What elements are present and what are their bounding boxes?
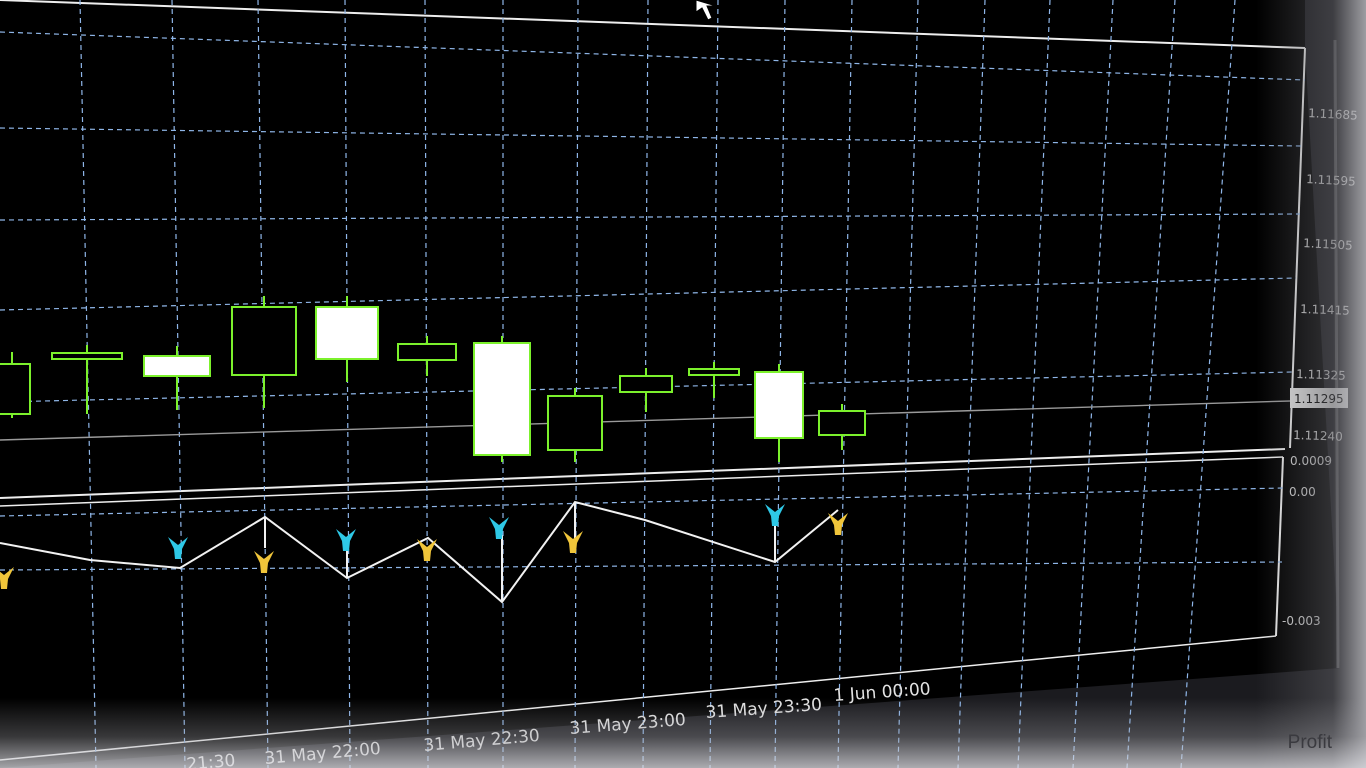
- candle-body: [619, 375, 673, 393]
- price-axis-label: 1.11415: [1300, 302, 1350, 318]
- candle-body: [51, 352, 123, 360]
- price-axis-label: 1.11685: [1308, 106, 1358, 123]
- indicator-axis-label: -0.003: [1282, 614, 1321, 628]
- indicator-axis-label: 0.00: [1289, 485, 1316, 499]
- candle-body: [0, 363, 31, 415]
- price-axis-label: 1.11595: [1306, 172, 1356, 189]
- candle-body: [231, 306, 297, 376]
- candle-body: [818, 410, 866, 436]
- current-price-label: 1.11295: [1294, 392, 1344, 406]
- candle-body: [397, 343, 457, 361]
- candle-body: [688, 368, 740, 376]
- indicator-axis-label: 0.0009: [1290, 454, 1332, 468]
- price-axis-label: 1.11505: [1303, 236, 1353, 253]
- candle-body: [143, 355, 211, 377]
- current-price-tag: 1.11295: [1290, 388, 1348, 408]
- price-axis-label: 1.11325: [1296, 367, 1346, 383]
- profit-tab[interactable]: Profit: [1288, 732, 1332, 754]
- screen-edge: [1333, 39, 1340, 669]
- price-axis-label: 1.11240: [1293, 428, 1343, 444]
- candle-body: [754, 371, 804, 439]
- chart-canvas: 1.11685 1.11595 1.11505 1.11415 1.11325 …: [0, 0, 1358, 768]
- candle-body: [547, 395, 603, 451]
- candle-body: [473, 342, 531, 456]
- chart-window: 1.11685 1.11595 1.11505 1.11415 1.11325 …: [0, 0, 1366, 768]
- candle-body: [315, 306, 379, 360]
